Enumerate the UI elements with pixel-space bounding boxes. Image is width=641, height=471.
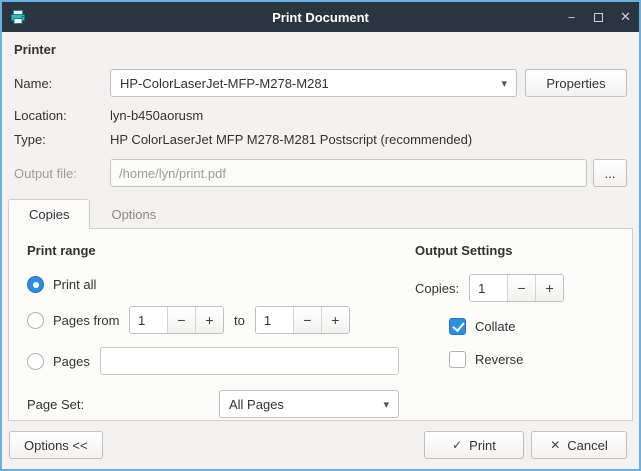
dialog-body: Printer Name: HP-ColorLaserJet-MFP-M278-… <box>2 32 639 469</box>
printer-type-label: Type: <box>14 132 110 147</box>
check-icon: ✓ <box>452 438 462 452</box>
print-range-group: Print range Print all Pages from 1 − + <box>27 239 399 408</box>
print-button[interactable]: ✓ Print <box>424 431 524 459</box>
titlebar[interactable]: Print Document − ✕ <box>2 2 639 32</box>
pages-from-spinner: 1 − + <box>129 306 224 334</box>
chevron-down-icon: ▾ <box>493 77 507 90</box>
pages-row: Pages <box>27 347 399 375</box>
printer-name-value: HP-ColorLaserJet-MFP-M278-M281 <box>120 76 329 91</box>
tabstrip: Copies Options <box>8 199 633 228</box>
pages-entry[interactable] <box>100 347 399 375</box>
pages-from-value[interactable]: 1 <box>130 307 167 333</box>
pages-to-value[interactable]: 1 <box>256 307 293 333</box>
close-icon: ✕ <box>620 9 631 25</box>
copies-value[interactable]: 1 <box>470 275 507 301</box>
minimize-icon: − <box>568 10 576 25</box>
print-all-label: Print all <box>53 277 96 292</box>
pages-input[interactable] <box>109 354 390 369</box>
plus-icon[interactable]: + <box>535 275 563 301</box>
maximize-button[interactable] <box>585 2 612 32</box>
output-file-row: Output file: ... <box>14 159 627 187</box>
minimize-button[interactable]: − <box>558 2 585 32</box>
print-all-radio[interactable] <box>27 276 44 293</box>
cancel-button[interactable]: ✕ Cancel <box>531 431 627 459</box>
tab-options[interactable]: Options <box>90 199 177 228</box>
reverse-checkbox[interactable] <box>449 351 466 368</box>
pages-label: Pages <box>53 354 90 369</box>
properties-button[interactable]: Properties <box>525 69 627 97</box>
pages-radio[interactable] <box>27 353 44 370</box>
browse-button[interactable]: ... <box>593 159 627 187</box>
printer-type-row: Type: HP ColorLaserJet MFP M278-M281 Pos… <box>14 129 627 149</box>
printer-name-combobox[interactable]: HP-ColorLaserJet-MFP-M278-M281 ▾ <box>110 69 517 97</box>
printer-location-label: Location: <box>14 108 110 123</box>
print-all-row: Print all <box>27 276 399 293</box>
output-settings-group: Output Settings Copies: 1 − + Collate <box>399 239 614 408</box>
printer-section-heading: Printer <box>14 42 627 57</box>
print-range-heading: Print range <box>27 243 399 258</box>
collate-checkbox[interactable] <box>449 318 466 335</box>
plus-icon[interactable]: + <box>321 307 349 333</box>
maximize-icon <box>594 13 603 22</box>
page-set-row: Page Set: All Pages ▾ <box>27 390 399 418</box>
pages-to-spinner: 1 − + <box>255 306 350 334</box>
printer-location-value: lyn-b450aorusm <box>110 108 203 123</box>
printer-name-row: Name: HP-ColorLaserJet-MFP-M278-M281 ▾ P… <box>14 69 627 97</box>
dialog-footer: Options << ✓ Print ✕ Cancel <box>14 421 627 459</box>
print-button-label: Print <box>469 438 496 453</box>
copies-label: Copies: <box>415 281 459 296</box>
window-title: Print Document <box>2 10 639 25</box>
x-icon: ✕ <box>550 438 560 452</box>
page-set-value: All Pages <box>229 397 284 412</box>
output-file-label: Output file: <box>14 166 110 181</box>
tab-copies[interactable]: Copies <box>8 199 90 229</box>
copies-row: Copies: 1 − + <box>415 274 614 302</box>
minus-icon[interactable]: − <box>507 275 535 301</box>
printer-name-label: Name: <box>14 76 110 91</box>
page-set-combobox[interactable]: All Pages ▾ <box>219 390 399 418</box>
plus-icon[interactable]: + <box>195 307 223 333</box>
reverse-label: Reverse <box>475 352 523 367</box>
page-set-label: Page Set: <box>27 397 84 412</box>
pages-to-label: to <box>234 313 245 328</box>
printer-type-value: HP ColorLaserJet MFP M278-M281 Postscrip… <box>110 132 472 147</box>
output-file-entry[interactable] <box>110 159 587 187</box>
reverse-row: Reverse <box>449 349 614 369</box>
minus-icon[interactable]: − <box>167 307 195 333</box>
minus-icon[interactable]: − <box>293 307 321 333</box>
copies-tab-page: Print range Print all Pages from 1 − + <box>8 228 633 421</box>
chevron-down-icon: ▾ <box>375 398 389 411</box>
cancel-button-label: Cancel <box>567 438 607 453</box>
print-dialog-window: Print Document − ✕ Printer Name: HP-Colo… <box>0 0 641 471</box>
pages-from-label: Pages from <box>53 313 129 328</box>
pages-from-radio[interactable] <box>27 312 44 329</box>
printer-location-row: Location: lyn-b450aorusm <box>14 105 627 125</box>
printer-app-icon <box>10 9 26 25</box>
close-button[interactable]: ✕ <box>612 2 639 32</box>
options-toggle-button[interactable]: Options << <box>9 431 103 459</box>
pages-from-row: Pages from 1 − + to 1 − + <box>27 306 399 334</box>
notebook: Copies Options Print range Print all Pag… <box>8 199 633 421</box>
output-settings-heading: Output Settings <box>415 243 614 258</box>
output-file-input[interactable] <box>119 166 578 181</box>
collate-row: Collate <box>449 316 614 336</box>
copies-spinner: 1 − + <box>469 274 564 302</box>
collate-label: Collate <box>475 319 515 334</box>
